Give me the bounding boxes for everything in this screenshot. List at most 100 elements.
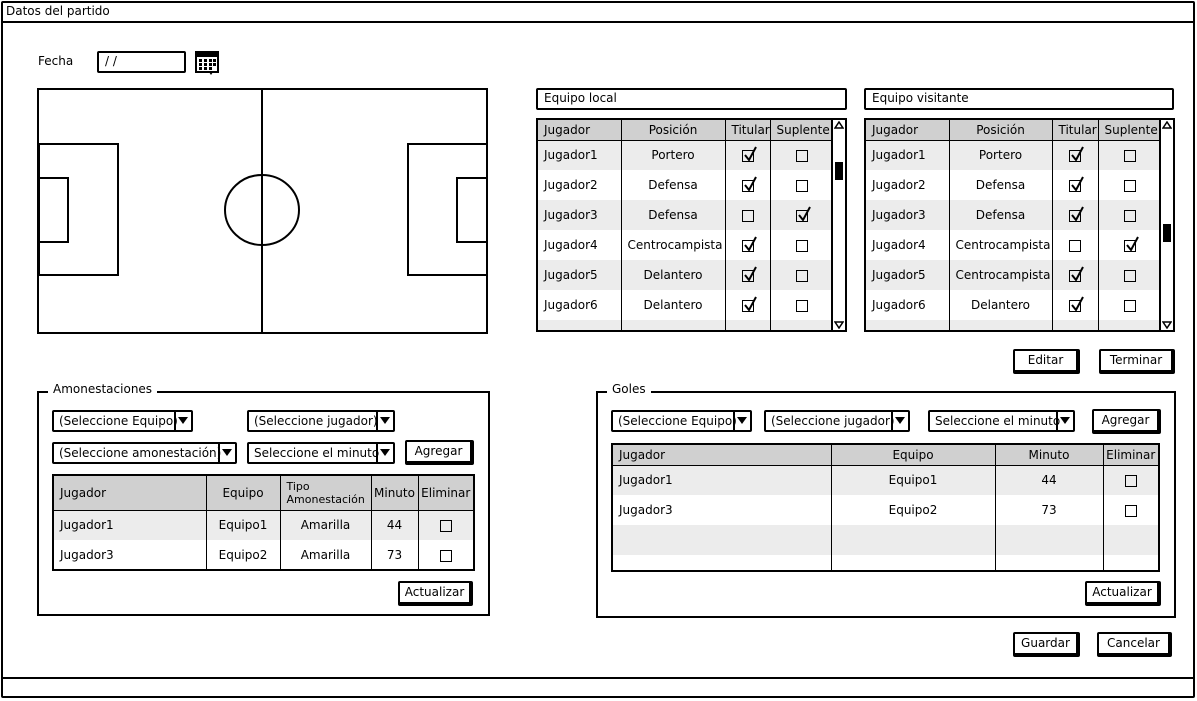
col-tipo[interactable]: Tipo Amonestación <box>280 476 372 511</box>
table-row[interactable]: Jugador3 Equipo2 73 <box>613 495 1158 525</box>
table-row[interactable]: Jugador1 Portero <box>538 140 833 170</box>
col-minuto[interactable]: Minuto <box>371 476 419 511</box>
table-row[interactable]: Jugador4 Centrocampista <box>866 230 1161 260</box>
goles-select-jugador[interactable]: (Seleccione jugador) <box>764 410 910 432</box>
checkbox[interactable] <box>439 519 452 532</box>
goles-agregar-button[interactable]: Agregar <box>1092 409 1161 434</box>
checkbox[interactable] <box>1123 269 1136 282</box>
col-equipo[interactable]: Equipo <box>206 476 281 511</box>
table-row[interactable]: Jugador1 Equipo1 Amarilla 44 <box>54 510 473 540</box>
select-value: (Seleccione Equipo) <box>59 414 178 428</box>
goles-select-equipo[interactable]: (Seleccione Equipo) <box>611 410 752 432</box>
checkbox-checked[interactable] <box>1123 236 1139 252</box>
calendar-icon[interactable] <box>195 50 219 75</box>
col-eliminar[interactable]: Eliminar <box>418 476 473 511</box>
amon-select-equipo[interactable]: (Seleccione Equipo) <box>52 410 193 432</box>
col-posicion[interactable]: Posición <box>621 120 726 141</box>
amon-select-minuto[interactable]: Seleccione el minuto <box>247 442 395 464</box>
cancelar-button[interactable]: Cancelar <box>1097 632 1172 657</box>
col-jugador[interactable]: Jugador <box>54 476 207 511</box>
checkbox-checked[interactable] <box>1069 206 1084 222</box>
checkbox[interactable] <box>741 209 754 222</box>
checkbox[interactable] <box>439 549 452 562</box>
scroll-down-icon[interactable] <box>1162 321 1172 329</box>
chevron-down-icon[interactable] <box>376 412 393 430</box>
cell-posicion: Delantero <box>621 260 726 290</box>
table-row[interactable]: Jugador4 Centrocampista <box>538 230 833 260</box>
editar-button[interactable]: Editar <box>1013 349 1080 374</box>
table-row[interactable]: Jugador2 Defensa <box>866 170 1161 200</box>
equipo-local-scrollbar[interactable] <box>831 120 845 330</box>
chevron-down-icon[interactable] <box>218 444 235 462</box>
checkbox-checked[interactable] <box>741 296 757 312</box>
checkbox-checked[interactable] <box>741 176 757 192</box>
chevron-down-icon[interactable] <box>1056 412 1073 430</box>
col-titular[interactable]: Titular <box>725 120 771 141</box>
goles-select-minuto[interactable]: Seleccione el minuto <box>928 410 1075 432</box>
checkbox-checked[interactable] <box>741 146 757 162</box>
checkbox-checked[interactable] <box>795 206 811 222</box>
col-suplente[interactable]: Suplente <box>1098 120 1161 141</box>
table-row[interactable]: Jugador6 Delantero <box>538 290 833 320</box>
cell-posicion: Defensa <box>621 200 726 230</box>
equipo-visitante-scrollbar[interactable] <box>1159 120 1173 330</box>
checkbox[interactable] <box>1124 474 1137 487</box>
table-row[interactable]: Jugador3 Defensa <box>866 200 1161 230</box>
amon-select-amonestacion[interactable]: (Seleccione amonestación) <box>52 442 237 464</box>
chevron-down-icon[interactable] <box>733 412 750 430</box>
scroll-thumb[interactable] <box>835 162 843 180</box>
col-jugador[interactable]: Jugador <box>866 120 950 141</box>
checkbox[interactable] <box>795 179 808 192</box>
table-row[interactable]: Jugador5 Delantero <box>538 260 833 290</box>
fecha-input[interactable]: / / <box>97 51 186 73</box>
col-jugador[interactable]: Jugador <box>613 445 832 466</box>
checkbox[interactable] <box>795 299 808 312</box>
table-row[interactable]: Jugador3 Defensa <box>538 200 833 230</box>
checkbox[interactable] <box>1123 179 1136 192</box>
table-row[interactable]: Jugador1 Portero <box>866 140 1161 170</box>
chevron-down-icon[interactable] <box>891 412 908 430</box>
cell-titular <box>725 170 771 200</box>
col-jugador[interactable]: Jugador <box>538 120 622 141</box>
checkbox[interactable] <box>1124 504 1137 517</box>
checkbox-checked[interactable] <box>741 236 757 252</box>
checkbox[interactable] <box>795 149 808 162</box>
goles-actualizar-button[interactable]: Actualizar <box>1085 581 1161 606</box>
amonestaciones-legend: Amonestaciones <box>48 382 158 396</box>
checkbox[interactable] <box>795 269 808 282</box>
checkbox[interactable] <box>1123 209 1136 222</box>
table-row[interactable]: Jugador6 Delantero <box>866 290 1161 320</box>
table-row[interactable]: Jugador5 Centrocampista <box>866 260 1161 290</box>
checkbox-checked[interactable] <box>1069 266 1084 282</box>
col-suplente[interactable]: Suplente <box>770 120 833 141</box>
scroll-thumb[interactable] <box>1163 224 1171 242</box>
checkbox[interactable] <box>795 239 808 252</box>
amon-agregar-button[interactable]: Agregar <box>405 440 474 465</box>
chevron-down-icon[interactable] <box>174 412 191 430</box>
col-posicion[interactable]: Posición <box>949 120 1053 141</box>
checkbox-checked[interactable] <box>1069 296 1084 312</box>
check-icon <box>1071 206 1084 222</box>
col-equipo[interactable]: Equipo <box>831 445 996 466</box>
table-row[interactable]: Jugador3 Equipo2 Amarilla 73 <box>54 540 473 569</box>
checkbox[interactable] <box>1069 239 1081 252</box>
cell-empty <box>725 320 771 330</box>
scroll-up-icon[interactable] <box>834 121 844 129</box>
guardar-button[interactable]: Guardar <box>1013 632 1080 657</box>
checkbox[interactable] <box>1123 299 1136 312</box>
col-minuto[interactable]: Minuto <box>995 445 1104 466</box>
col-titular[interactable]: Titular <box>1052 120 1099 141</box>
amon-actualizar-button[interactable]: Actualizar <box>398 581 473 606</box>
table-row[interactable]: Jugador2 Defensa <box>538 170 833 200</box>
amon-select-jugador[interactable]: (Seleccione jugador) <box>247 410 395 432</box>
checkbox-checked[interactable] <box>741 266 757 282</box>
checkbox-checked[interactable] <box>1069 146 1084 162</box>
checkbox[interactable] <box>1123 149 1136 162</box>
terminar-button[interactable]: Terminar <box>1099 349 1175 374</box>
scroll-down-icon[interactable] <box>834 321 844 329</box>
chevron-down-icon[interactable] <box>376 444 393 462</box>
checkbox-checked[interactable] <box>1069 176 1084 192</box>
scroll-up-icon[interactable] <box>1162 121 1172 129</box>
table-row[interactable]: Jugador1 Equipo1 44 <box>613 465 1158 495</box>
col-eliminar[interactable]: Eliminar <box>1103 445 1158 466</box>
